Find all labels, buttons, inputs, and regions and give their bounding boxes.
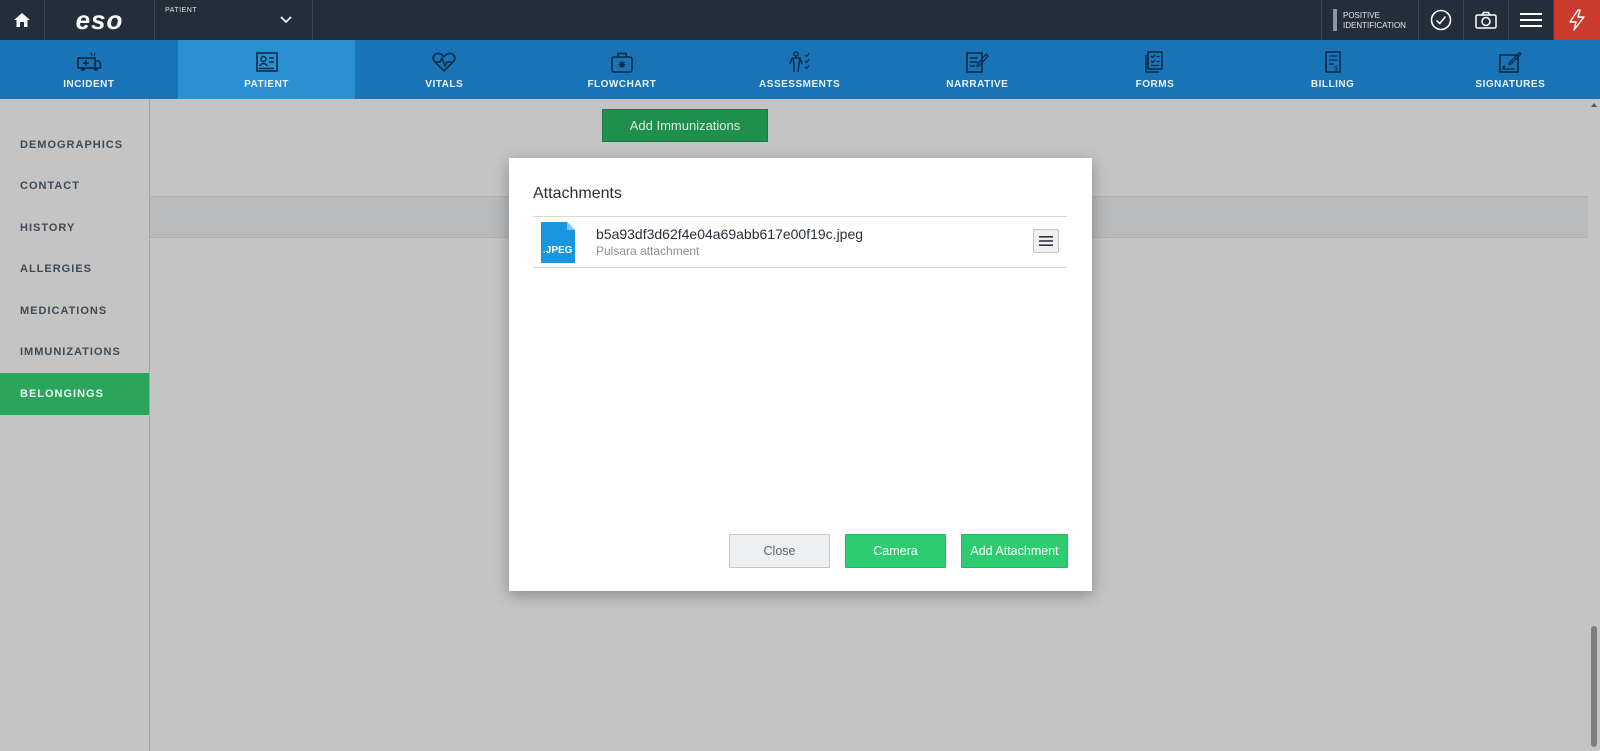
tab-billing[interactable]: $ BILLING xyxy=(1244,40,1422,99)
file-type-label: .JPEG xyxy=(543,245,573,256)
lightning-bolt-icon xyxy=(1569,9,1585,31)
modal-title: Attachments xyxy=(533,185,622,202)
tab-label: ASSESSMENTS xyxy=(759,79,841,90)
attachment-list: .JPEG b5a93df3d62f4e04a69abb617e00f19c.j… xyxy=(533,216,1067,268)
svg-text:$: $ xyxy=(1334,65,1338,73)
tab-label: INCIDENT xyxy=(63,79,115,90)
patient-selector-label: PATIENT xyxy=(165,7,198,14)
tab-signatures[interactable]: SIGNATURES xyxy=(1422,40,1600,99)
sidebar-item-demographics[interactable]: DEMOGRAPHICS xyxy=(0,124,149,166)
add-attachment-button[interactable]: Add Attachment xyxy=(961,534,1068,568)
sidebar-item-belongings[interactable]: BELONGINGS xyxy=(0,373,149,415)
camera-icon xyxy=(1475,11,1497,29)
validate-button[interactable] xyxy=(1418,0,1463,40)
tab-label: PATIENT xyxy=(244,79,289,90)
attachment-menu-button[interactable] xyxy=(1033,229,1059,253)
tab-forms[interactable]: FORMS xyxy=(1066,40,1244,99)
jpeg-file-icon: .JPEG xyxy=(541,222,575,263)
scroll-up-arrow-icon[interactable] xyxy=(1591,103,1597,107)
scrollbar-thumb[interactable] xyxy=(1591,626,1597,747)
page-scrollbar[interactable] xyxy=(1588,99,1600,751)
positive-id-line2: IDENTIFICATION xyxy=(1343,21,1406,30)
camera-button[interactable] xyxy=(1463,0,1508,40)
close-button[interactable]: Close xyxy=(729,534,830,568)
home-icon xyxy=(14,13,30,27)
sidebar-item-allergies[interactable]: ALLERGIES xyxy=(0,249,149,291)
sidebar-item-medications[interactable]: MEDICATIONS xyxy=(0,290,149,332)
ambulance-icon xyxy=(77,52,102,71)
chevron-down-icon xyxy=(280,16,292,24)
patient-selector[interactable]: PATIENT xyxy=(155,0,313,40)
medical-bag-icon xyxy=(611,52,633,73)
sidebar-item-history[interactable]: HISTORY xyxy=(0,207,149,249)
signature-pen-icon xyxy=(1499,51,1523,73)
attachments-modal: Attachments .JPEG b5a93df3d62f4e04a69abb… xyxy=(509,158,1092,591)
tab-label: SIGNATURES xyxy=(1475,79,1546,90)
main-nav: INCIDENT PATIENT VITALS FLOWCHART ASSESS… xyxy=(0,40,1600,99)
attachment-subtitle: Pulsara attachment xyxy=(596,244,700,258)
tab-incident[interactable]: INCIDENT xyxy=(0,40,178,99)
add-immunizations-button[interactable]: Add Immunizations xyxy=(602,109,768,142)
sidebar-item-contact[interactable]: CONTACT xyxy=(0,166,149,208)
tab-flowchart[interactable]: FLOWCHART xyxy=(533,40,711,99)
notepad-pen-icon xyxy=(966,52,990,73)
status-indicator-bar xyxy=(1333,9,1337,31)
tab-label: FORMS xyxy=(1135,79,1175,90)
hamburger-menu-icon xyxy=(1039,236,1053,246)
heartbeat-icon xyxy=(432,52,456,73)
hamburger-menu-icon xyxy=(1520,13,1542,27)
tab-label: VITALS xyxy=(425,79,464,90)
tab-label: BILLING xyxy=(1310,79,1355,90)
body-checklist-icon xyxy=(788,51,810,73)
tab-label: NARRATIVE xyxy=(946,79,1009,90)
forms-checklist-icon xyxy=(1145,51,1163,73)
sidebar-item-immunizations[interactable]: IMMUNIZATIONS xyxy=(0,332,149,374)
positive-id-line1: POSITIVE xyxy=(1343,11,1380,20)
tab-label: FLOWCHART xyxy=(587,79,657,90)
tab-assessments[interactable]: ASSESSMENTS xyxy=(711,40,889,99)
camera-button[interactable]: Camera xyxy=(845,534,946,568)
tab-vitals[interactable]: VITALS xyxy=(355,40,533,99)
attachment-row[interactable]: .JPEG b5a93df3d62f4e04a69abb617e00f19c.j… xyxy=(533,217,1067,268)
check-circle-icon xyxy=(1430,9,1452,31)
top-bar: eso PATIENT POSITIVE IDENTIFICATION xyxy=(0,0,1600,40)
alert-button[interactable] xyxy=(1553,0,1600,40)
billing-doc-icon: $ xyxy=(1324,51,1341,73)
home-button[interactable] xyxy=(0,0,45,40)
main-menu-button[interactable] xyxy=(1508,0,1553,40)
eso-logo: eso xyxy=(45,0,155,40)
tab-narrative[interactable]: NARRATIVE xyxy=(888,40,1066,99)
tab-patient[interactable]: PATIENT xyxy=(177,40,356,99)
positive-identification-button[interactable]: POSITIVE IDENTIFICATION xyxy=(1321,0,1418,40)
patient-card-icon xyxy=(255,52,278,72)
patient-sidebar: DEMOGRAPHICS CONTACT HISTORY ALLERGIES M… xyxy=(0,99,150,751)
attachment-file-name: b5a93df3d62f4e04a69abb617e00f19c.jpeg xyxy=(596,226,864,242)
